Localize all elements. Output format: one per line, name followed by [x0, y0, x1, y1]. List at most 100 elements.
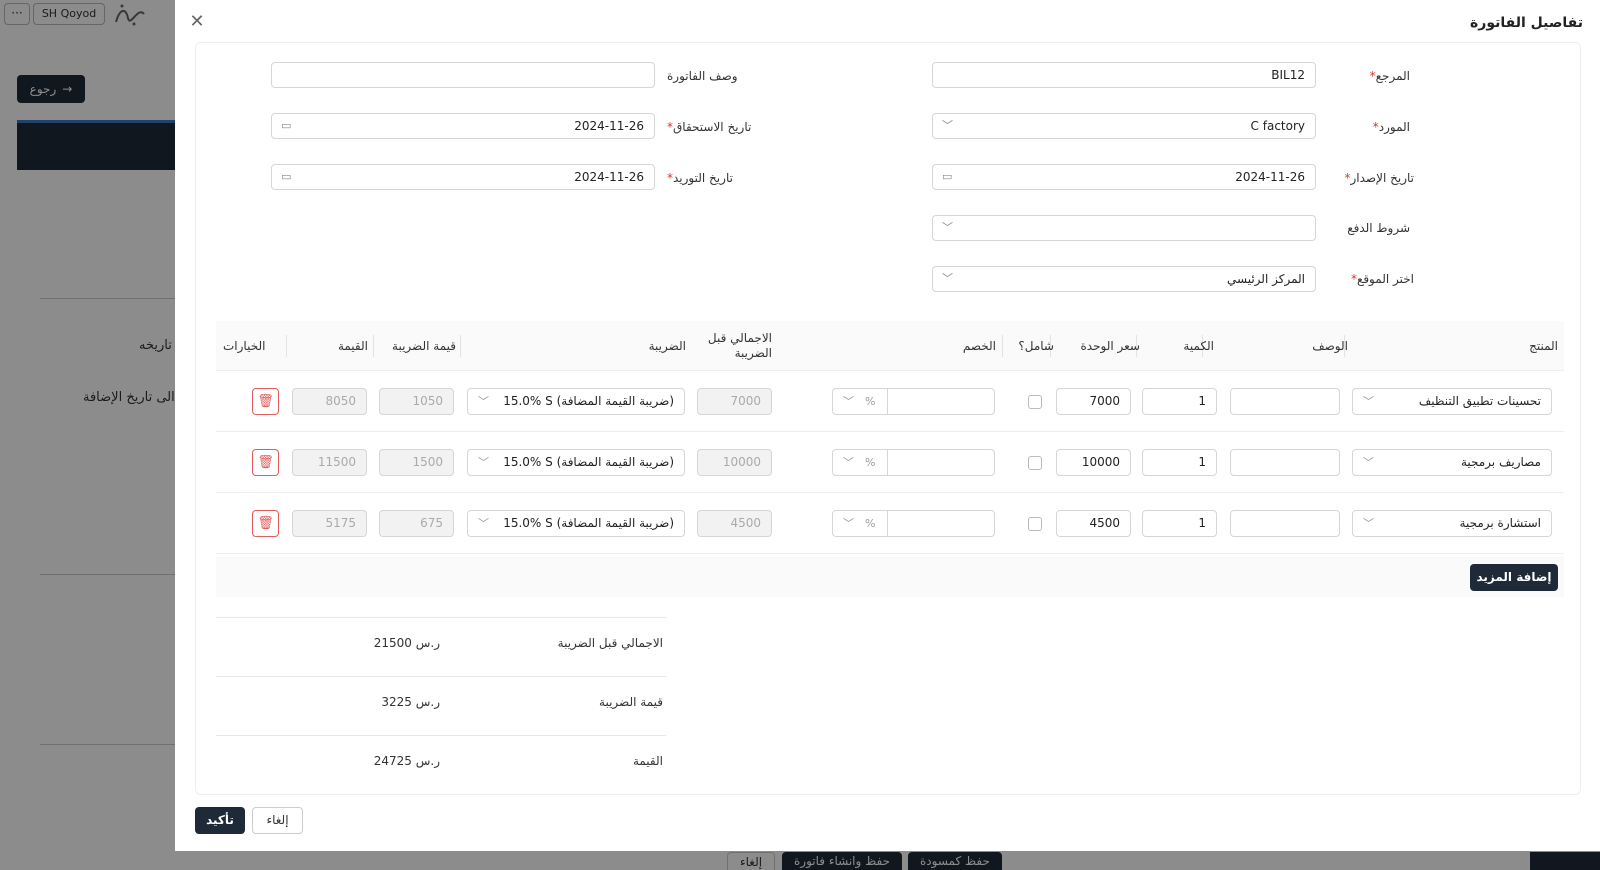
- issue-date-label: *تاريخ الإصدار: [1344, 171, 1415, 185]
- col-product: المنتج: [1529, 339, 1558, 353]
- inclusive-checkbox[interactable]: [1028, 456, 1042, 470]
- delete-row-button[interactable]: 🗑: [252, 510, 279, 537]
- line-items-header: المنتج الوصف الكمية سعر الوحدة شامل؟ الخ…: [216, 321, 1564, 371]
- supply-date-label: *تاريخ التوريد: [667, 171, 733, 185]
- grand-total-label: القيمة: [632, 754, 663, 768]
- divider: [887, 389, 888, 414]
- tax-select[interactable]: 15.0% S (ضريبة القيمة المضافة) ﹀: [467, 388, 685, 415]
- payment-terms-select[interactable]: ﹀: [932, 215, 1316, 241]
- inclusive-checkbox[interactable]: [1028, 517, 1042, 531]
- discount-type[interactable]: %: [865, 389, 875, 414]
- col-inclusive: شامل؟: [1018, 339, 1054, 353]
- issue-date-input[interactable]: 2024-11-26 ▭: [932, 164, 1316, 190]
- confirm-button[interactable]: تأكيد: [195, 807, 245, 834]
- amount-field: 8050: [292, 388, 367, 415]
- quantity-input[interactable]: 1: [1142, 510, 1217, 537]
- supply-date-input[interactable]: 2024-11-26 ▭: [271, 164, 655, 190]
- location-select[interactable]: المركز الرئيسي ﹀: [932, 266, 1316, 292]
- amount-field: 11500: [292, 449, 367, 476]
- calendar-icon: ▭: [281, 119, 292, 132]
- product-select[interactable]: مصاريف برمجية ﹀: [1352, 449, 1552, 476]
- description-input[interactable]: [1230, 388, 1340, 415]
- col-discount: الخصم: [962, 339, 996, 353]
- tax-select[interactable]: 15.0% S (ضريبة القيمة المضافة) ﹀: [467, 510, 685, 537]
- col-unit-price: سعر الوحدة: [1080, 339, 1140, 353]
- divider: [216, 617, 666, 618]
- divider: [216, 735, 666, 736]
- col-options: الخيارات: [223, 339, 266, 353]
- modal-content: *المرجع BIL12 *المورد C factory ﹀ *تاريخ …: [195, 42, 1581, 795]
- reference-label: *المرجع: [1369, 69, 1410, 83]
- supplier-label: *المورد: [1372, 120, 1410, 134]
- invoice-description-label: وصف الفاتورة: [667, 69, 738, 83]
- product-select[interactable]: استشارة برمجية ﹀: [1352, 510, 1552, 537]
- column-divider: [1002, 335, 1003, 357]
- subtotal-field: 4500: [697, 510, 772, 537]
- chevron-down-icon: ﹀: [478, 395, 489, 408]
- unit-price-input[interactable]: 7000: [1056, 388, 1131, 415]
- product-select[interactable]: تحسينات تطبيق التنظيف ﹀: [1352, 388, 1552, 415]
- unit-price-input[interactable]: 4500: [1056, 510, 1131, 537]
- table-row: استشارة برمجية ﹀ 1 4500 % ﹀ 4500 15.0% S …: [216, 493, 1564, 554]
- unit-price-input[interactable]: 10000: [1056, 449, 1131, 476]
- chevron-down-icon: ﹀: [1363, 456, 1374, 469]
- chevron-down-icon: ﹀: [478, 517, 489, 530]
- tax-value-field: 1500: [379, 449, 454, 476]
- discount-input[interactable]: % ﹀: [832, 388, 995, 415]
- total-before-tax-value: 21500 ر.س: [373, 636, 440, 650]
- reference-input[interactable]: BIL12: [932, 62, 1316, 88]
- discount-input[interactable]: % ﹀: [832, 510, 995, 537]
- chevron-down-icon: ﹀: [843, 517, 854, 530]
- delete-row-button[interactable]: 🗑: [252, 449, 279, 476]
- invoice-description-input[interactable]: [271, 62, 655, 88]
- trash-icon: 🗑: [257, 455, 274, 470]
- grand-total-value: 24725 ر.س: [373, 754, 440, 768]
- col-subtotal: الاجمالي قبل الضريبة: [707, 331, 772, 360]
- cancel-button[interactable]: إلغاء: [252, 807, 303, 834]
- col-tax-value: قيمة الضريبة: [392, 339, 456, 353]
- close-icon[interactable]: ✕: [187, 12, 207, 32]
- payment-terms-label: شروط الدفع: [1347, 221, 1410, 235]
- tax-select[interactable]: 15.0% S (ضريبة القيمة المضافة) ﹀: [467, 449, 685, 476]
- column-divider: [286, 335, 287, 357]
- subtotal-field: 10000: [697, 449, 772, 476]
- description-input[interactable]: [1230, 510, 1340, 537]
- add-more-bar: إضافة المزيد: [216, 557, 1564, 597]
- col-amount: القيمة: [337, 339, 368, 353]
- divider: [887, 450, 888, 475]
- discount-type[interactable]: %: [865, 511, 875, 536]
- quantity-input[interactable]: 1: [1142, 449, 1217, 476]
- calendar-icon: ▭: [281, 170, 292, 183]
- chevron-down-icon: ﹀: [478, 456, 489, 469]
- chevron-down-icon: ﹀: [942, 272, 953, 285]
- trash-icon: 🗑: [257, 394, 274, 409]
- table-row: تحسينات تطبيق التنظيف ﹀ 1 7000 % ﹀ 7000 1…: [216, 371, 1564, 432]
- discount-input[interactable]: % ﹀: [832, 449, 995, 476]
- total-before-tax-label: الاجمالي قبل الضريبة: [557, 636, 663, 650]
- tax-value-field: 1050: [379, 388, 454, 415]
- chevron-down-icon: ﹀: [1363, 517, 1374, 530]
- chevron-down-icon: ﹀: [843, 395, 854, 408]
- column-divider: [460, 335, 461, 357]
- add-more-button[interactable]: إضافة المزيد: [1470, 564, 1558, 591]
- due-date-label: *تاريخ الاستحقاق: [667, 120, 752, 134]
- delete-row-button[interactable]: 🗑: [252, 388, 279, 415]
- col-tax: الضريبة: [648, 339, 686, 353]
- quantity-input[interactable]: 1: [1142, 388, 1217, 415]
- inclusive-checkbox[interactable]: [1028, 395, 1042, 409]
- subtotal-field: 7000: [697, 388, 772, 415]
- calendar-icon: ▭: [942, 170, 953, 183]
- supplier-select[interactable]: C factory ﹀: [932, 113, 1316, 139]
- col-quantity: الكمية: [1183, 339, 1214, 353]
- modal-title: تفاصيل الفاتورة: [1470, 15, 1583, 31]
- divider: [887, 511, 888, 536]
- chevron-down-icon: ﹀: [1363, 395, 1374, 408]
- trash-icon: 🗑: [257, 516, 274, 531]
- invoice-details-modal: تفاصيل الفاتورة ✕ *المرجع BIL12 *المورد …: [175, 0, 1600, 851]
- column-divider: [373, 335, 374, 357]
- amount-field: 5175: [292, 510, 367, 537]
- due-date-input[interactable]: 2024-11-26 ▭: [271, 113, 655, 139]
- table-row: مصاريف برمجية ﹀ 1 10000 % ﹀ 10000 15.0% S…: [216, 432, 1564, 493]
- discount-type[interactable]: %: [865, 450, 875, 475]
- description-input[interactable]: [1230, 449, 1340, 476]
